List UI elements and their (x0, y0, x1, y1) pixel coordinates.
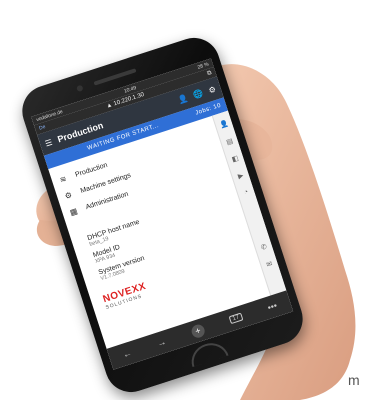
settings-status-icon[interactable]: ⚙ (207, 84, 217, 95)
speaker-grille (93, 68, 137, 86)
front-camera (76, 84, 84, 93)
tabs-icon[interactable]: ⧉ (206, 70, 212, 78)
user-icon[interactable]: 👤 (177, 93, 189, 105)
phone-icon[interactable]: ✆ (260, 243, 268, 251)
browser-tab-label[interactable]: De (38, 124, 46, 132)
gear-icon: ⚙ (63, 190, 74, 202)
message-icon[interactable]: ✉ (265, 260, 274, 269)
pie-icon[interactable]: ◔ (243, 189, 249, 197)
hamburger-icon[interactable]: ☰ (44, 137, 54, 148)
globe-icon[interactable]: 🌐 (192, 88, 204, 100)
back-arrow-icon[interactable]: ← (121, 348, 133, 360)
play-icon[interactable]: ▶ (237, 171, 244, 180)
new-tab-button[interactable]: + (189, 322, 207, 339)
panel-icon[interactable]: ◧ (231, 154, 239, 164)
more-options-icon[interactable]: ••• (266, 300, 278, 312)
tab-count-button[interactable]: 17 (228, 312, 244, 325)
layers-icon: ≋ (58, 174, 68, 185)
document-icon[interactable]: ▤ (225, 137, 234, 147)
forward-arrow-icon[interactable]: → (156, 336, 168, 348)
grid-icon: ▦ (68, 206, 79, 218)
person-icon[interactable]: 👤 (219, 119, 229, 129)
